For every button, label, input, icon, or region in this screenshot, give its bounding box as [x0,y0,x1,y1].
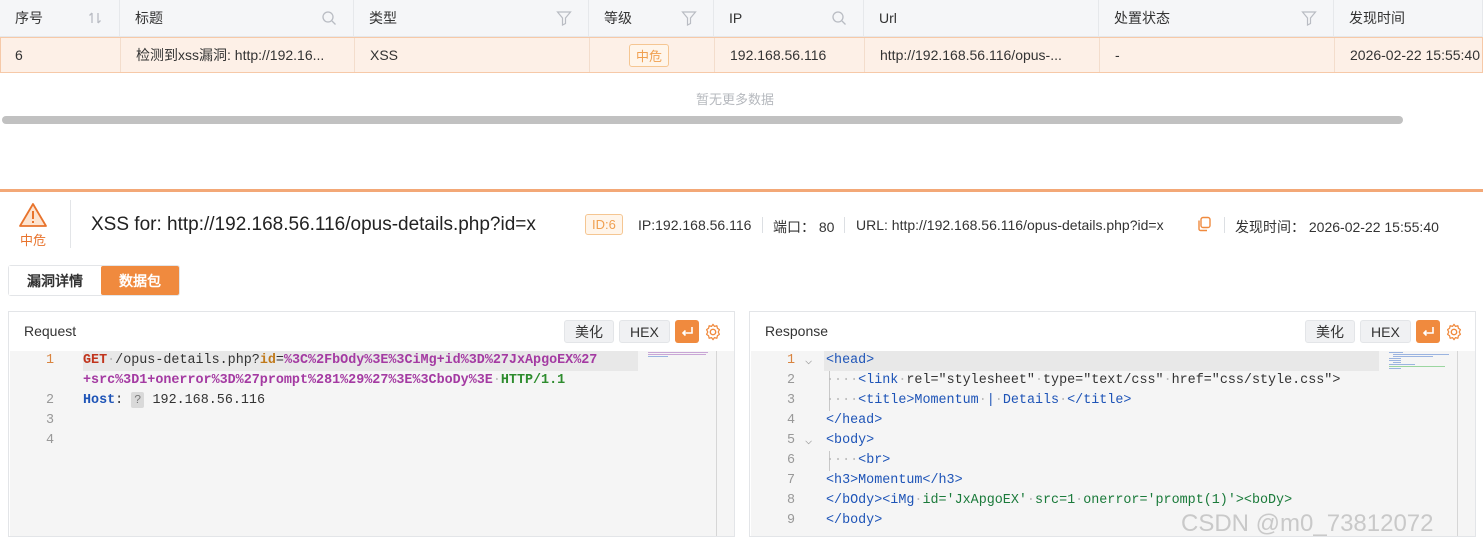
table-row[interactable]: 6 检测到xss漏洞: http://192.16... XSS 中危 192.… [0,37,1483,73]
panel-divider[interactable] [0,189,1483,192]
request-title: Request [24,323,77,339]
severity-block: 中危 [14,202,52,249]
col-time[interactable]: 发现时间 [1334,0,1483,36]
row-status: - [1100,38,1335,72]
row-ip: 192.168.56.116 [715,38,865,72]
level-badge: 中危 [629,43,670,67]
row-url: http://192.168.56.116/opus-... [865,38,1100,72]
word-wrap-button[interactable] [674,320,699,343]
col-seq[interactable]: 序号 [0,0,120,36]
detail-time: 发现时间： 2026-02-22 15:55:40 [1235,219,1439,235]
request-toolbar: 美化 HEX [564,320,722,343]
request-editor[interactable]: 1 GET·/opus-details.php?id=%3C%2FbOdy%3E%… [10,351,734,536]
filter-icon[interactable] [1301,10,1317,26]
row-time: 2026-02-22 15:55:40 [1335,38,1483,72]
row-seq: 6 [1,38,121,72]
table-header: 序号 标题 类型 等级 IP Url 处置状态 发现时间 [0,0,1483,37]
meta-separator [1224,217,1225,233]
col-status[interactable]: 处置状态 [1099,0,1334,36]
minimap[interactable] [1389,351,1451,381]
col-type[interactable]: 类型 [354,0,589,36]
fold-toggle-icon[interactable]: ⌵ [805,431,817,451]
fold-toggle-icon[interactable]: ⌵ [805,351,817,371]
watermark: CSDN @m0_73812072 [1181,510,1434,537]
row-title: 检测到xss漏洞: http://192.16... [121,38,355,72]
sort-icon[interactable] [87,10,103,26]
beautify-button[interactable]: 美化 [564,320,614,343]
copy-icon[interactable] [1196,216,1212,232]
response-panel: Response 美化 HEX 1 ⌵ <head> 2 ····<link·rel=… [749,311,1476,537]
wrap-icon [681,326,693,336]
detail-title: XSS for: http://192.168.56.116/opus-deta… [91,214,536,235]
horizontal-scrollbar[interactable] [2,116,1403,124]
hex-button[interactable]: HEX [619,320,670,343]
gear-icon[interactable] [704,323,722,341]
severity-label: 中危 [19,233,46,248]
request-panel: Request 美化 HEX 1 GET·/opus-details.php?id… [8,311,735,537]
response-title: Response [765,323,829,339]
filter-icon[interactable] [681,10,697,26]
current-line-highlight [824,351,1379,371]
detail-url: URL: http://192.168.56.116/opus-details.… [856,217,1164,233]
filter-icon[interactable] [556,10,572,26]
search-icon[interactable] [321,10,337,26]
tab-packet[interactable]: 数据包 [101,266,179,295]
whitespace-marker: ? [131,392,145,408]
gear-icon[interactable] [1445,323,1463,341]
request-line-1-wrap: +src%3D1+onerror%3D%27prompt%281%29%27%3… [83,373,566,388]
col-url[interactable]: Url [864,0,1099,36]
id-tag: ID:6 [585,214,623,235]
row-type: XSS [355,38,590,72]
meta-separator [844,217,845,233]
tab-vuln-details[interactable]: 漏洞详情 [9,266,101,295]
col-ip[interactable]: IP [714,0,864,36]
detail-ip: IP:192.168.56.116 [638,217,752,233]
detail-tabs: 漏洞详情 数据包 [8,265,180,296]
request-line-1: GET·/opus-details.php?id=%3C%2FbOdy%3E%3… [83,353,598,368]
editor-ruler [716,351,717,536]
word-wrap-button[interactable] [1415,320,1440,343]
detail-port: 端口： 80 [773,219,835,235]
minimap[interactable] [648,351,710,381]
vuln-table: 序号 标题 类型 等级 IP Url 处置状态 发现时间 6 检测到xss漏洞:… [0,0,1483,73]
request-line-2: Host: ? 192.168.56.116 [83,392,265,408]
wrap-icon [1422,326,1434,336]
hex-button[interactable]: HEX [1360,320,1411,343]
no-more-data: 暂无更多数据 [695,92,774,107]
search-icon[interactable] [831,10,847,26]
warning-icon [19,203,47,227]
row-level-cell: 中危 [590,38,715,72]
response-toolbar: 美化 HEX [1305,320,1463,343]
col-level[interactable]: 等级 [589,0,714,36]
meta-separator [762,217,763,233]
col-title[interactable]: 标题 [120,0,354,36]
editor-ruler [1457,351,1458,536]
vertical-separator [70,200,71,248]
beautify-button[interactable]: 美化 [1305,320,1355,343]
